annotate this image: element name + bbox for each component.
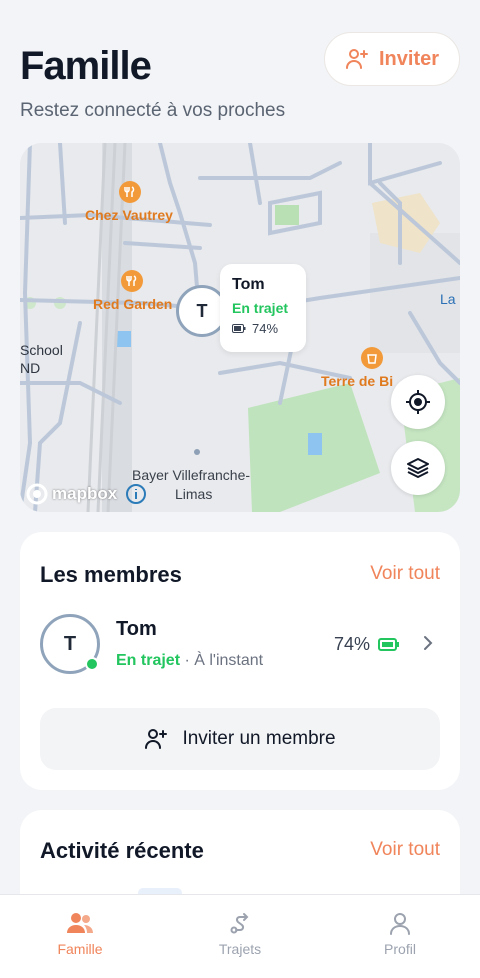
members-see-all-link[interactable]: Voir tout [370,563,440,585]
members-card: Les membres Voir tout T Tom En trajet · … [20,532,460,790]
map-pin-dot [194,449,200,455]
family-icon [67,913,93,933]
tab-famille[interactable]: Famille [0,895,160,978]
mapbox-label: mapbox [52,484,118,503]
tab-trajets[interactable]: Trajets [160,895,320,978]
add-user-icon [345,49,368,69]
mapbox-attribution[interactable]: mapbox [26,483,147,505]
battery-charging-icon [378,638,399,651]
map-label-nd: ND [20,360,41,376]
restaurant-icon[interactable] [121,270,143,292]
tab-label: Trajets [218,941,262,957]
map-member-popup[interactable]: Tom En trajet 74% [220,264,306,352]
map-layers-button[interactable] [391,441,445,495]
poi-label-red-garden[interactable]: Red Garden [93,296,172,312]
info-icon[interactable] [125,483,147,505]
user-icon [390,913,410,935]
layers-icon [407,458,429,478]
family-map[interactable]: Chez Vautrey Red Garden Terre de Bi Scho… [20,143,460,512]
member-battery-value: 74% [333,634,370,654]
activity-title: Activité récente [40,838,204,863]
invite-member-label: Inviter un membre [182,728,336,749]
add-user-icon [145,729,168,749]
mapbox-logo-icon [26,483,48,505]
battery-icon [232,324,246,333]
member-battery: 74% [334,634,400,655]
member-status: En trajet · À l'instant [116,652,263,670]
recenter-button[interactable] [391,375,445,429]
member-initial: T [63,632,77,655]
popup-member-name: Tom [232,276,265,293]
invite-button-label: Inviter [378,47,440,70]
member-row[interactable]: T Tom En trajet · À l'instant 74% [40,614,440,674]
map-label-bayer: Bayer Villefranche- [132,467,251,483]
online-indicator [85,657,99,671]
cafe-icon[interactable] [361,347,383,369]
restaurant-icon[interactable] [119,181,141,203]
popup-member-status: En trajet [232,300,289,316]
popup-battery-value: 74% [252,321,279,336]
route-icon [230,913,249,934]
chevron-right-icon[interactable] [422,634,434,652]
crosshair-icon [406,390,430,414]
poi-label-terre-de-bi[interactable]: Terre de Bi [321,373,393,389]
map-label-school: School [20,342,63,358]
member-travel-status: En trajet [116,652,181,669]
page-title: Famille [20,44,152,88]
member-last-seen: · À l'instant [184,652,264,669]
poi-label-chez-vautrey[interactable]: Chez Vautrey [85,207,173,223]
member-name: Tom [116,618,157,640]
page-subtitle: Restez connecté à vos proches [20,100,286,121]
map-label-la: La [440,291,456,307]
activity-see-all-link[interactable]: Voir tout [370,839,440,861]
tab-profil[interactable]: Profil [320,895,480,978]
invite-member-button[interactable]: Inviter un membre [40,708,440,770]
avatar: T [40,614,100,674]
map-member-initial: T [196,300,208,321]
map-label-limas: Limas [175,486,213,502]
tab-label: Profil [384,941,416,957]
members-title: Les membres [40,562,182,587]
bottom-tab-bar: Famille Trajets Profil [0,894,480,978]
header: Famille Restez connecté à vos proches In… [0,0,480,140]
invite-button[interactable]: Inviter [324,32,460,86]
tab-label: Famille [57,941,103,957]
